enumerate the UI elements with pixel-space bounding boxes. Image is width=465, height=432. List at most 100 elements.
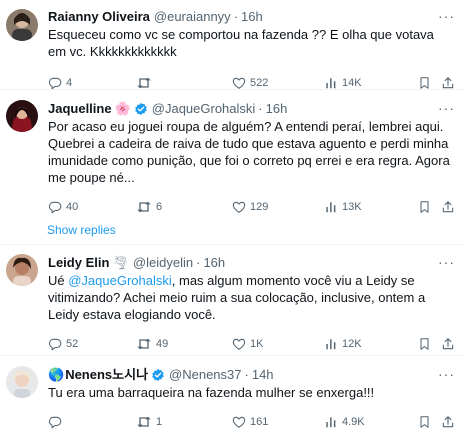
- display-name[interactable]: Raianny Oliveira: [48, 8, 150, 25]
- views-icon: [326, 78, 336, 89]
- avatar[interactable]: [6, 254, 38, 286]
- tweet-text: Ué @JaqueGrohalski, mas algum momento vo…: [48, 272, 457, 323]
- name-emoji: 🌸: [114, 101, 131, 116]
- reply-button[interactable]: 4: [48, 76, 72, 90]
- tweet-text: Esqueceu como vc se comportou na fazenda…: [48, 27, 434, 59]
- reply-count: 40: [66, 201, 79, 213]
- like-icon: [232, 416, 246, 428]
- text-prefix: Ué: [48, 273, 69, 288]
- bookmark-button[interactable]: [418, 337, 431, 351]
- avatar[interactable]: [6, 9, 38, 41]
- more-options-icon[interactable]: ···: [438, 8, 455, 24]
- retweet-count: 6: [156, 201, 163, 213]
- views-count: 12K: [342, 338, 362, 350]
- verified-badge-icon[interactable]: [151, 368, 165, 382]
- more-options-icon[interactable]: ···: [438, 254, 455, 270]
- tweet-jaquelline[interactable]: Jaquelline 🌸 @JaqueGrohalski · 16h ··· P…: [0, 100, 465, 216]
- retweet-button[interactable]: [136, 76, 156, 90]
- bookmark-button[interactable]: [418, 76, 431, 90]
- reply-count: 52: [66, 338, 79, 350]
- user-handle[interactable]: @euraiannyy: [154, 8, 231, 25]
- reply-button[interactable]: 52: [48, 337, 78, 351]
- reply-icon: [48, 338, 62, 351]
- name-emoji: 🌪: [112, 255, 129, 270]
- mention-link[interactable]: @JaqueGrohalski: [68, 273, 172, 288]
- display-name[interactable]: Nenens노시나: [65, 366, 148, 383]
- views-count: 4.9K: [342, 416, 365, 428]
- like-count: 522: [250, 77, 269, 89]
- views-button[interactable]: 13K: [324, 200, 362, 214]
- verified-badge-icon[interactable]: [134, 102, 148, 116]
- share-icon: [442, 416, 454, 428]
- reply-icon: [48, 201, 62, 214]
- like-icon: [232, 201, 246, 213]
- separator-dot: ·: [196, 255, 201, 270]
- timestamp[interactable]: 16h: [266, 100, 288, 117]
- user-handle[interactable]: @Nenens37: [169, 366, 241, 383]
- more-options-icon[interactable]: ···: [438, 100, 455, 116]
- bookmark-button[interactable]: [418, 200, 431, 214]
- like-button[interactable]: 129: [232, 200, 268, 214]
- like-count: 1K: [250, 338, 264, 350]
- reply-icon: [48, 77, 62, 90]
- divider: [0, 244, 465, 245]
- views-button[interactable]: 14K: [324, 76, 362, 90]
- share-button[interactable]: [441, 337, 455, 351]
- tweet-header: Jaquelline 🌸 @JaqueGrohalski · 16h: [48, 100, 457, 117]
- show-replies-link[interactable]: Show replies: [47, 223, 116, 237]
- like-button[interactable]: 1K: [232, 337, 263, 351]
- share-icon: [442, 338, 454, 350]
- retweet-icon: [137, 77, 151, 89]
- user-handle[interactable]: @leidyelin: [133, 254, 193, 271]
- display-name[interactable]: Jaquelline: [48, 100, 112, 117]
- more-options-icon[interactable]: ···: [438, 366, 455, 382]
- views-icon: [326, 202, 336, 213]
- like-button[interactable]: 161: [232, 415, 268, 429]
- bookmark-icon: [420, 77, 429, 89]
- divider: [0, 89, 465, 90]
- views-button[interactable]: 12K: [324, 337, 362, 351]
- reply-icon: [48, 416, 62, 429]
- share-button[interactable]: [441, 200, 455, 214]
- tweet-leidy[interactable]: Leidy Elin 🌪 @leidyelin · 16h ··· Ué @Ja…: [0, 254, 465, 353]
- tweet-header: Leidy Elin 🌪 @leidyelin · 16h: [48, 254, 457, 271]
- views-count: 13K: [342, 201, 362, 213]
- retweet-button[interactable]: 6: [136, 200, 162, 214]
- tweet-nenens[interactable]: 🌎 Nenens노시나 @Nenens37 · 14h ··· Tu era u…: [0, 366, 465, 431]
- bookmark-icon: [420, 201, 429, 213]
- retweet-button[interactable]: 1: [136, 415, 162, 429]
- timestamp[interactable]: 14h: [252, 366, 274, 383]
- like-count: 129: [250, 201, 269, 213]
- bookmark-button[interactable]: [418, 415, 431, 429]
- share-button[interactable]: [441, 76, 455, 90]
- bookmark-icon: [420, 416, 429, 428]
- views-button[interactable]: 4.9K: [324, 415, 365, 429]
- timestamp[interactable]: 16h: [203, 254, 225, 271]
- user-handle[interactable]: @JaqueGrohalski: [152, 100, 256, 117]
- tweet-header: 🌎 Nenens노시나 @Nenens37 · 14h: [48, 366, 457, 383]
- separator-dot: ·: [233, 9, 239, 24]
- share-button[interactable]: [441, 415, 455, 429]
- tweet-actions: 40 6 129 13K: [48, 198, 457, 216]
- tweet-raianny[interactable]: Raianny Oliveira @euraiannyy · 16h ··· E…: [0, 8, 465, 92]
- reply-button[interactable]: [48, 415, 66, 429]
- bookmark-icon: [420, 338, 429, 350]
- tweet-text: Tu era uma barraqueira na fazenda mulher…: [48, 385, 375, 400]
- like-button[interactable]: 522: [232, 76, 268, 90]
- tweet-text: Por acaso eu joguei roupa de alguém? A e…: [48, 119, 450, 185]
- share-icon: [442, 201, 454, 213]
- views-count: 14K: [342, 77, 362, 89]
- tweet-header: Raianny Oliveira @euraiannyy · 16h: [48, 8, 457, 25]
- retweet-icon: [137, 201, 151, 213]
- reply-count: 4: [66, 77, 73, 89]
- retweet-icon: [137, 338, 151, 350]
- avatar[interactable]: [6, 366, 38, 398]
- reply-button[interactable]: 40: [48, 200, 78, 214]
- retweet-icon: [137, 416, 151, 428]
- avatar[interactable]: [6, 100, 38, 132]
- divider: [0, 355, 465, 356]
- timestamp[interactable]: 16h: [241, 8, 263, 25]
- display-name[interactable]: Leidy Elin: [48, 254, 109, 271]
- like-icon: [232, 338, 246, 350]
- retweet-button[interactable]: 49: [136, 337, 168, 351]
